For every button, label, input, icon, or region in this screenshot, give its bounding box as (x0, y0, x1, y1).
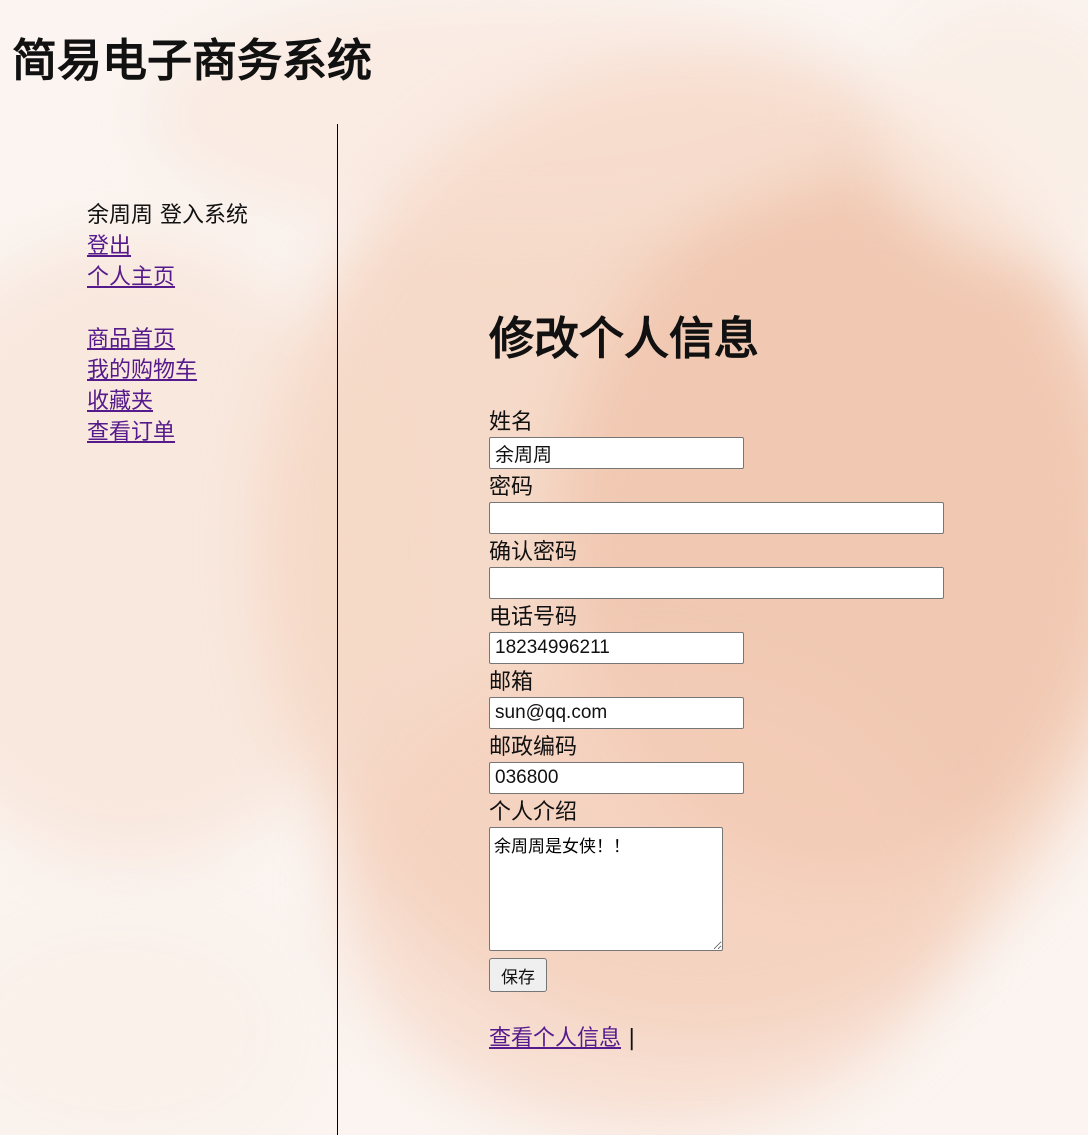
site-title: 简易电子商务系统 (12, 34, 373, 87)
save-button[interactable]: 保存 (489, 958, 547, 992)
link-separator: | (628, 1026, 636, 1051)
view-orders-link[interactable]: 查看订单 (87, 417, 248, 448)
edit-profile-form: 修改个人信息 姓名 密码 确认密码 电话号码 邮箱 邮政编码 个人介绍 余周周是… (489, 306, 1049, 1054)
password-input[interactable] (489, 502, 944, 534)
name-input[interactable] (489, 437, 744, 469)
sidebar: 余周周 登入系统 登出 个人主页 商品首页 我的购物车 收藏夹 查看订单 (87, 200, 248, 448)
profile-home-link[interactable]: 个人主页 (87, 262, 248, 293)
user-status: 余周周 登入系统 (87, 203, 248, 228)
confirm-password-input[interactable] (489, 567, 944, 599)
view-profile-link[interactable]: 查看个人信息 (489, 1026, 621, 1051)
confirm-password-label: 确认密码 (489, 540, 578, 565)
shopping-cart-link[interactable]: 我的购物车 (87, 355, 248, 386)
logout-link[interactable]: 登出 (87, 231, 248, 262)
footer-links: 查看个人信息 | (489, 1024, 1049, 1054)
products-home-link[interactable]: 商品首页 (87, 324, 248, 355)
phone-label: 电话号码 (489, 605, 578, 630)
bio-label: 个人介绍 (489, 800, 578, 825)
bio-textarea[interactable]: 余周周是女侠！！ (489, 827, 723, 951)
password-label: 密码 (489, 475, 534, 500)
phone-input[interactable] (489, 632, 744, 664)
email-label: 邮箱 (489, 670, 534, 695)
favorites-link[interactable]: 收藏夹 (87, 386, 248, 417)
form-title: 修改个人信息 (489, 312, 760, 365)
name-label: 姓名 (489, 410, 534, 435)
postal-code-label: 邮政编码 (489, 735, 578, 760)
vertical-divider (337, 124, 338, 1135)
postal-code-input[interactable] (489, 762, 744, 794)
email-input[interactable] (489, 697, 744, 729)
